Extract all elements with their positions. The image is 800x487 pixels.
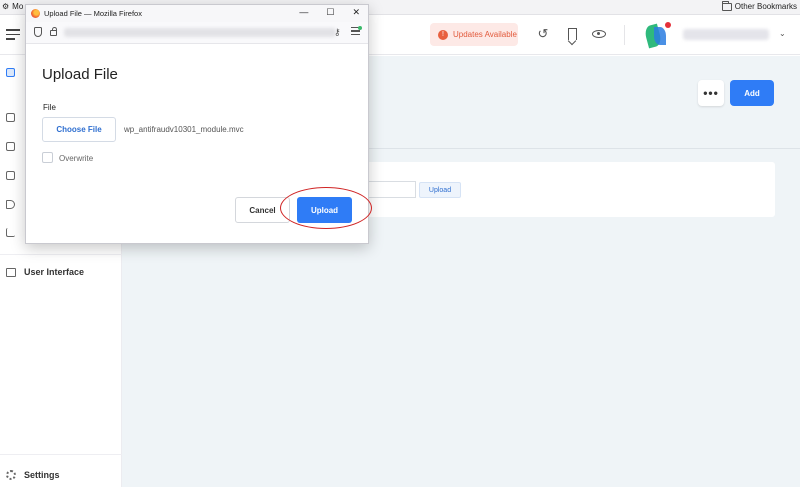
tab-fragment-label: Mo [12, 2, 24, 11]
dialog-heading: Upload File [42, 66, 118, 83]
cancel-button[interactable]: Cancel [235, 197, 290, 223]
module-icon[interactable] [6, 68, 15, 77]
menu-icon[interactable] [6, 29, 20, 43]
notification-dot [665, 22, 671, 28]
history-icon[interactable]: ↺ [536, 27, 550, 41]
megaphone-icon[interactable] [6, 200, 15, 209]
sidebar-item-label: User Interface [24, 267, 85, 277]
minimize-icon[interactable]: — [299, 7, 308, 18]
updates-available-button[interactable]: ! Updates Available [430, 23, 518, 46]
close-icon[interactable]: ✕ [352, 7, 360, 18]
clipboard-icon[interactable] [6, 171, 15, 180]
dialog-titlebar[interactable]: Upload File — Mozilla Firefox — ☐ ✕ [26, 5, 368, 22]
avatar[interactable] [643, 21, 673, 49]
sidebar-item-settings[interactable]: Settings [6, 470, 60, 480]
more-options-button[interactable]: ••• [698, 80, 724, 106]
user-name-blurred[interactable] [683, 29, 769, 40]
folder-icon [721, 0, 732, 11]
gear-icon [6, 470, 16, 480]
sidebar-divider [0, 254, 122, 255]
other-bookmarks-label: Other Bookmarks [734, 2, 797, 11]
lock-icon[interactable] [50, 27, 57, 36]
dialog-urlbar: ⚷ [26, 22, 368, 44]
updates-label: Updates Available [453, 30, 517, 39]
choose-file-button[interactable]: Choose File [42, 117, 116, 142]
firefox-icon [31, 9, 40, 18]
header-divider [624, 25, 625, 45]
card-upload-button[interactable]: Upload [419, 182, 461, 198]
page-icon[interactable] [6, 113, 15, 122]
sidebar-item-user-interface[interactable]: User Interface [6, 267, 84, 277]
key-icon[interactable]: ⚷ [334, 27, 341, 38]
dialog-window-title: Upload File — Mozilla Firefox [44, 9, 142, 18]
upload-button[interactable]: Upload [297, 197, 352, 223]
sidebar-divider [0, 454, 122, 455]
overwrite-checkbox[interactable] [42, 152, 53, 163]
chevron-down-icon[interactable]: ⌄ [779, 29, 786, 38]
url-field-blurred[interactable] [64, 28, 336, 37]
contacts-icon[interactable] [6, 142, 15, 151]
sidebar-item-label: Settings [24, 470, 60, 480]
selected-filename: wp_antifraudv10301_module.mvc [124, 125, 244, 134]
gear-icon: ⚙ [2, 2, 10, 11]
upload-file-dialog: Upload File — Mozilla Firefox — ☐ ✕ ⚷ Up… [25, 4, 369, 244]
tab-fragment[interactable]: ⚙ Mo [2, 2, 23, 11]
other-bookmarks[interactable]: Other Bookmarks [721, 0, 797, 11]
info-icon: ! [438, 29, 448, 40]
add-button[interactable]: Add [730, 80, 774, 106]
file-label: File [43, 103, 56, 112]
bookmark-icon[interactable] [565, 27, 579, 41]
extension-icon[interactable] [351, 26, 362, 37]
card-file-input[interactable] [366, 181, 416, 198]
overwrite-label: Overwrite [59, 154, 94, 163]
eye-icon[interactable] [592, 27, 606, 41]
shield-icon[interactable] [34, 27, 42, 37]
window-icon [6, 267, 16, 277]
chart-icon[interactable] [6, 228, 15, 237]
content-divider [366, 148, 800, 149]
maximize-icon[interactable]: ☐ [326, 7, 334, 18]
